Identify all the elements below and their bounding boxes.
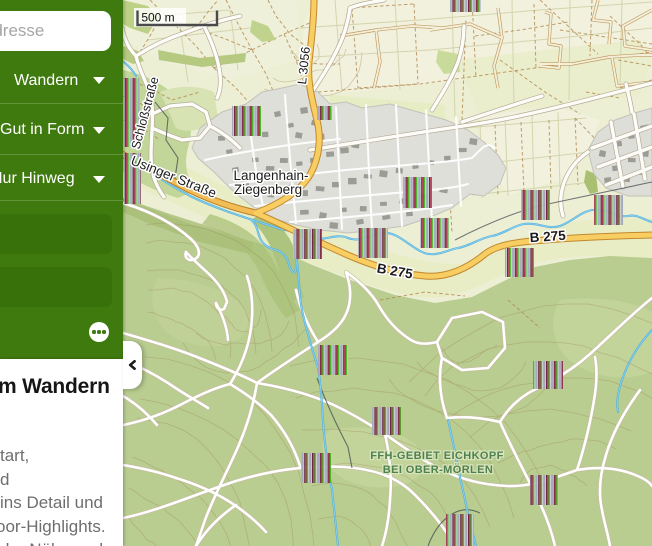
glitch-marker [533,361,563,389]
label-ffh-2: BEI OBER-MÖRLEN [383,463,494,476]
divider [0,154,123,155]
fitness-select[interactable]: Gut in Form [0,106,123,154]
glitch-marker [358,228,388,258]
glitch-marker [594,195,623,225]
chevron-down-icon [93,175,105,183]
glitch-marker [420,218,449,248]
ellipsis-icon [97,330,101,334]
divider [0,200,123,201]
glitch-marker [318,345,348,375]
glitch-marker [521,190,550,220]
divider [0,103,123,104]
chevron-down-icon [93,126,105,134]
glitch-marker [446,514,474,546]
panel-description: tart, d ins Detail und oor-Highlights. d… [0,446,106,546]
glitch-marker [530,475,558,505]
label-town-2: Ziegenberg [234,182,302,197]
glitch-marker [232,106,261,136]
panel-heading: m Wandern [0,375,110,398]
label-town-1: Langenhain- [233,168,308,183]
glitch-marker [317,106,332,120]
ellipsis-icon [102,330,106,334]
glitch-marker [301,453,331,483]
scale-label: 500 m [141,11,174,25]
chevron-left-icon [128,360,136,370]
ellipsis-icon [92,330,96,334]
address-input[interactable] [0,11,111,51]
planner-action-button-2[interactable] [0,267,112,307]
app: Schloßstraße Usinger Straße L 3056 Lange… [0,0,652,546]
chevron-down-icon [93,77,105,84]
direction-label: Nur Hinweg [0,170,75,187]
label-ffh-1: FFH-GEBIET EICHKOPF [370,450,504,462]
glitch-marker [450,0,481,12]
glitch-marker [505,248,534,277]
activity-label: Wandern [14,71,79,89]
fitness-label: Gut in Form [0,121,85,138]
activity-select[interactable]: Wandern [0,58,123,103]
glitch-marker [403,177,432,208]
glitch-marker [372,407,401,435]
direction-select[interactable]: Nur Hinweg [0,158,123,200]
planner-action-button-1[interactable] [0,214,112,254]
glitch-marker [293,229,322,259]
sidebar-planner: Wandern Gut in Form Nur Hinweg [0,0,123,359]
more-options-button[interactable] [89,322,109,342]
sidebar-collapse-button[interactable] [123,341,142,389]
label-b275-b: B 275 [529,228,566,246]
